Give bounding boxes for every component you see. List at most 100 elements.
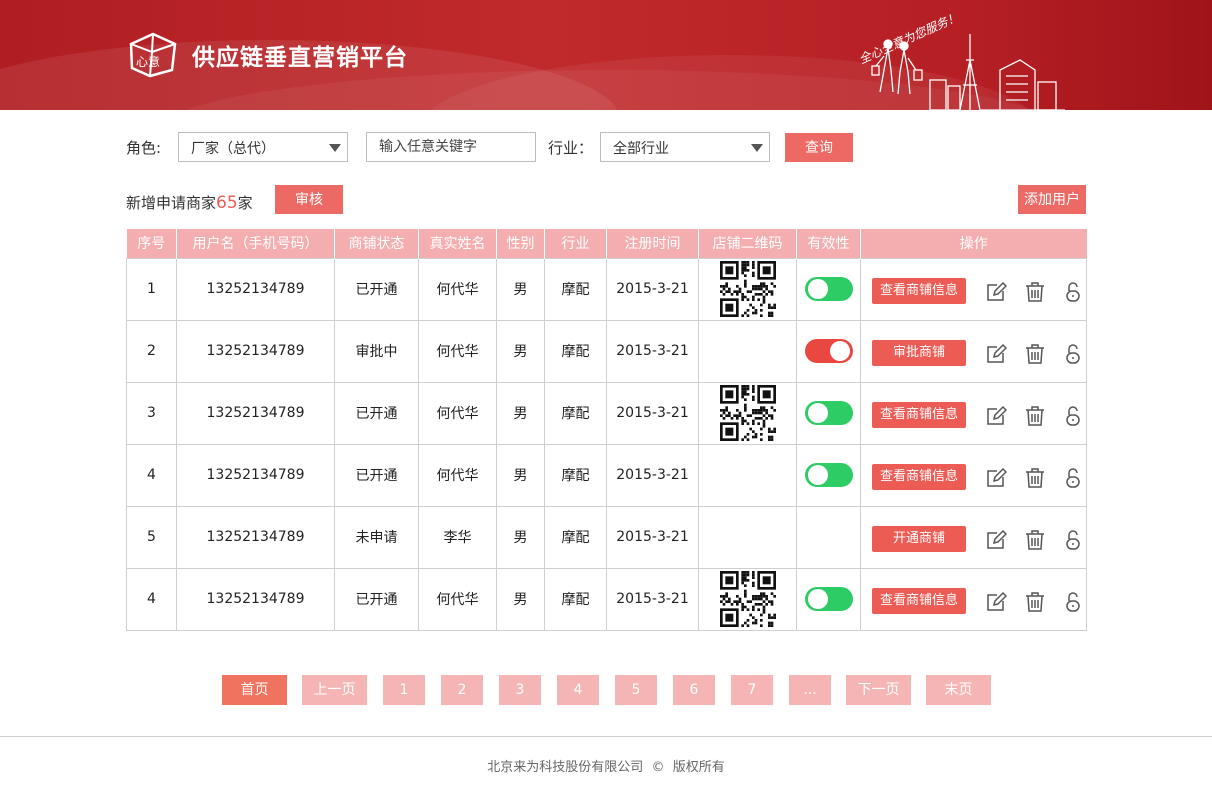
- table-row: 2 13252134789 审批中 何代华 男 摩配 2015-3-21 审批商…: [126, 319, 1087, 383]
- col-header-real-name[interactable]: 真实姓名: [418, 229, 497, 258]
- unlock-icon[interactable]: [1062, 405, 1084, 427]
- qr-code-image: [719, 385, 776, 441]
- validity-toggle[interactable]: [804, 277, 853, 301]
- row-actions: 查看商铺信息: [861, 569, 1086, 629]
- trash-icon[interactable]: [1024, 343, 1046, 365]
- cell-validity: [796, 505, 861, 569]
- row-action-button[interactable]: 审批商铺: [872, 340, 966, 366]
- table-row: 5 13252134789 未申请 李华 男 摩配 2015-3-21 开通商铺: [126, 505, 1087, 569]
- page-number[interactable]: 3: [499, 675, 541, 705]
- cell-no: 3: [126, 381, 177, 445]
- col-header-shop-status[interactable]: 商铺状态: [334, 229, 419, 258]
- page-number[interactable]: 5: [615, 675, 657, 705]
- role-select-value: 厂家（总代）: [191, 141, 275, 157]
- toggle-knob: [807, 279, 828, 299]
- edit-icon[interactable]: [985, 529, 1007, 551]
- edit-icon[interactable]: [985, 467, 1007, 489]
- new-applicants-text: 新增申请商家65家: [126, 192, 253, 213]
- cell-phone: 13252134789: [176, 257, 335, 321]
- cell-name: 何代华: [418, 319, 497, 383]
- row-action-button[interactable]: 查看商铺信息: [872, 464, 966, 490]
- footer-rights: 版权所有: [672, 760, 725, 775]
- row-action-button[interactable]: 查看商铺信息: [872, 588, 966, 614]
- page-last[interactable]: 末页: [926, 675, 991, 705]
- row-action-button[interactable]: 查看商铺信息: [872, 278, 966, 304]
- unlock-icon[interactable]: [1062, 343, 1084, 365]
- industry-select[interactable]: 全部行业: [600, 132, 770, 162]
- edit-icon[interactable]: [985, 591, 1007, 613]
- page-next[interactable]: 下一页: [846, 675, 911, 705]
- row-action-button[interactable]: 查看商铺信息: [872, 402, 966, 428]
- validity-toggle[interactable]: [804, 339, 853, 363]
- cell-qrcode: [698, 381, 797, 445]
- cell-qrcode: [698, 257, 797, 321]
- page-number[interactable]: 1: [383, 675, 425, 705]
- search-button[interactable]: 查询: [785, 133, 853, 162]
- cell-gender: 男: [496, 381, 545, 445]
- col-header-gender[interactable]: 性别: [496, 229, 545, 258]
- cell-qrcode: [698, 505, 797, 569]
- unlock-icon[interactable]: [1062, 591, 1084, 613]
- footer-company: 北京来为科技股份有限公司: [487, 760, 644, 775]
- cell-industry: 摩配: [544, 319, 607, 383]
- page-number[interactable]: 6: [673, 675, 715, 705]
- industry-label: 行业：: [548, 139, 594, 157]
- row-actions: 查看商铺信息: [861, 383, 1086, 443]
- keyword-input[interactable]: [366, 132, 536, 162]
- validity-toggle[interactable]: [804, 587, 853, 611]
- industry-select-value: 全部行业: [613, 141, 669, 157]
- edit-icon[interactable]: [985, 405, 1007, 427]
- page-first[interactable]: 首页: [222, 675, 287, 705]
- cell-validity: [796, 381, 861, 445]
- trash-icon[interactable]: [1024, 281, 1046, 303]
- cell-name: 何代华: [418, 443, 497, 507]
- new-applicants-suffix: 家: [237, 194, 253, 212]
- page-prev[interactable]: 上一页: [302, 675, 367, 705]
- cell-actions: 查看商铺信息: [860, 443, 1087, 507]
- qr-code-image: [719, 261, 776, 317]
- unlock-icon[interactable]: [1062, 529, 1084, 551]
- trash-icon[interactable]: [1024, 405, 1046, 427]
- col-header-username[interactable]: 用户名（手机号码）: [176, 229, 335, 258]
- cell-no: 4: [126, 443, 177, 507]
- edit-icon[interactable]: [985, 281, 1007, 303]
- validity-toggle[interactable]: [804, 401, 853, 425]
- col-header-validity[interactable]: 有效性: [796, 229, 861, 258]
- role-select[interactable]: 厂家（总代）: [178, 132, 348, 162]
- trash-icon[interactable]: [1024, 467, 1046, 489]
- cell-name: 何代华: [418, 381, 497, 445]
- copyright-symbol: ©: [651, 760, 665, 775]
- cell-actions: 审批商铺: [860, 319, 1087, 383]
- cell-qrcode: [698, 319, 797, 383]
- cell-gender: 男: [496, 505, 545, 569]
- trash-icon[interactable]: [1024, 529, 1046, 551]
- cell-qrcode: [698, 443, 797, 507]
- cell-industry: 摩配: [544, 567, 607, 631]
- row-action-button[interactable]: 开通商铺: [872, 526, 966, 552]
- edit-icon[interactable]: [985, 343, 1007, 365]
- cell-status: 已开通: [334, 257, 419, 321]
- col-header-no[interactable]: 序号: [126, 229, 177, 258]
- page-number[interactable]: 2: [441, 675, 483, 705]
- unlock-icon[interactable]: [1062, 281, 1084, 303]
- cell-status: 未申请: [334, 505, 419, 569]
- review-button[interactable]: 审核: [275, 185, 343, 214]
- filter-bar: 角色: 厂家（总代） 行业： 全部行业 查询: [126, 132, 1086, 162]
- page-ellipsis: ...: [789, 675, 831, 705]
- add-user-button[interactable]: 添加用户: [1018, 185, 1086, 214]
- page-number[interactable]: 4: [557, 675, 599, 705]
- chevron-down-icon: [329, 144, 341, 152]
- cell-phone: 13252134789: [176, 381, 335, 445]
- cell-industry: 摩配: [544, 381, 607, 445]
- trash-icon[interactable]: [1024, 591, 1046, 613]
- validity-toggle[interactable]: [804, 463, 853, 487]
- cell-phone: 13252134789: [176, 567, 335, 631]
- col-header-register-date[interactable]: 注册时间: [606, 229, 699, 258]
- col-header-qrcode[interactable]: 店铺二维码: [698, 229, 797, 258]
- unlock-icon[interactable]: [1062, 467, 1084, 489]
- table-row: 3 13252134789 已开通 何代华 男 摩配 2015-3-21 查看商…: [126, 381, 1087, 445]
- page-number[interactable]: 7: [731, 675, 773, 705]
- col-header-industry[interactable]: 行业: [544, 229, 607, 258]
- cell-status: 已开通: [334, 567, 419, 631]
- merchant-table: 序号 用户名（手机号码） 商铺状态 真实姓名 性别 行业 注册时间 店铺二维码 …: [126, 229, 1087, 631]
